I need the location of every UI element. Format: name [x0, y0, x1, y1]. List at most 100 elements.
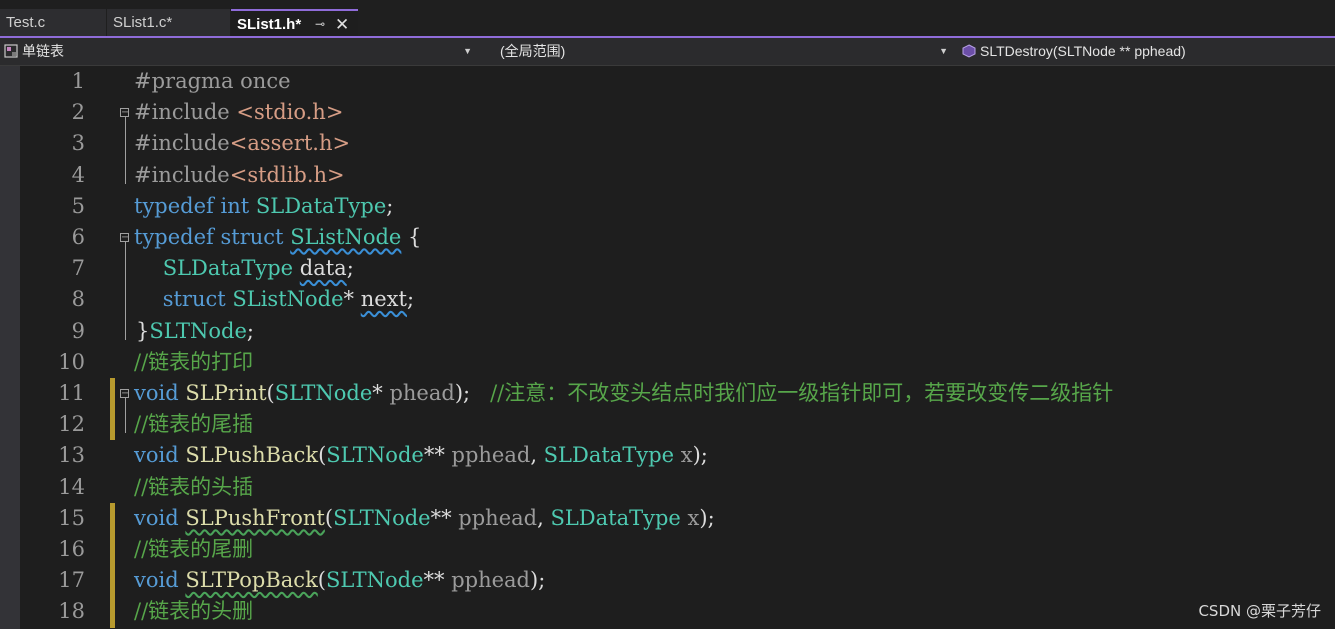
code-token: void — [134, 443, 179, 468]
outline-guide — [125, 117, 126, 184]
code-token: <stdio.h> — [236, 100, 344, 125]
code-line[interactable]: 2 #include <stdio.h> — [0, 97, 1335, 128]
code-line[interactable]: 7 SLDataType data; — [0, 253, 1335, 284]
code-token: SListNode — [290, 225, 402, 249]
line-number: 3 — [71, 131, 85, 156]
code-text: void SLPushFront(SLTNode** pphead, SLDat… — [134, 503, 715, 534]
line-number: 6 — [71, 225, 85, 249]
code-token: SLTNode — [326, 568, 424, 593]
code-line[interactable]: 18 //链表的头删 — [0, 596, 1335, 628]
collapse-icon[interactable]: − — [120, 389, 129, 399]
line-number: 14 — [58, 474, 85, 499]
tab-label: SList1.h* — [237, 16, 302, 33]
line-number: 13 — [58, 443, 85, 468]
tab-test-c[interactable]: Test.c — [0, 9, 106, 36]
code-token: SLDataType — [550, 505, 681, 530]
chevron-down-icon: ▼ — [463, 46, 472, 56]
code-token: typedef — [134, 193, 214, 218]
code-token: struct — [162, 287, 226, 312]
code-text: //链表的尾删 — [134, 534, 253, 565]
code-token: x — [680, 443, 693, 468]
outline-guide — [125, 242, 126, 340]
code-text: void SLPushBack(SLTNode** pphead, SLData… — [134, 440, 708, 471]
change-marker — [110, 378, 115, 410]
tab-slist1-h[interactable]: SList1.h* ⊸ ✕ — [231, 9, 358, 36]
code-token: SLTPopBack — [185, 568, 318, 593]
code-token: #include — [134, 100, 237, 125]
tab-slist1-c[interactable]: SList1.c* — [106, 9, 230, 36]
collapse-icon[interactable]: − — [120, 233, 129, 243]
code-token: int — [220, 193, 250, 218]
code-token: ( — [317, 568, 326, 593]
project-dropdown[interactable]: 单链表 ▼ — [4, 41, 476, 62]
code-token: //链表的头删 — [134, 599, 254, 624]
code-token: void — [134, 505, 179, 530]
code-token: ( — [266, 381, 275, 405]
close-icon[interactable]: ✕ — [335, 11, 349, 38]
line-number: 11 — [58, 381, 85, 405]
member-dropdown[interactable]: SLTDestroy(SLTNode ** pphead) — [962, 41, 1335, 62]
tab-label: Test.c — [6, 14, 46, 31]
code-token: ** — [423, 443, 452, 468]
code-line[interactable]: 1 #pragma once — [0, 66, 1335, 97]
code-token: <assert.h> — [229, 131, 351, 156]
scope-dropdown[interactable]: (全局范围) ▼ — [500, 41, 952, 62]
line-number: 1 — [71, 69, 85, 93]
code-line[interactable]: 12 //链表的尾插 — [0, 409, 1335, 441]
line-number: 4 — [71, 162, 85, 187]
code-token: void — [134, 568, 179, 593]
code-line[interactable]: 11 void SLPrint(SLTNode* phead); //注意：不改变… — [0, 378, 1335, 410]
code-line[interactable]: 14 //链表的头插 — [0, 472, 1335, 503]
code-token: * — [343, 287, 361, 312]
code-line[interactable]: 5 typedef int SLDataType; — [0, 191, 1335, 222]
tab-bar: Test.c SList1.c* SList1.h* ⊸ ✕ — [0, 0, 1335, 36]
code-line[interactable]: 17 void SLTPopBack(SLTNode** pphead); — [0, 565, 1335, 597]
line-number: 9 — [71, 318, 85, 343]
change-marker — [110, 534, 115, 566]
change-marker — [110, 596, 115, 628]
code-line[interactable]: 16 //链表的尾删 — [0, 534, 1335, 566]
code-token: ; — [246, 318, 254, 343]
line-number: 18 — [58, 599, 85, 624]
code-line[interactable]: 15 void SLPushFront(SLTNode** pphead, SLD… — [0, 502, 1335, 534]
code-line[interactable]: 6 typedef struct SListNode { — [0, 222, 1335, 253]
code-line[interactable]: 3 #include<assert.h> — [0, 128, 1335, 159]
outline-guide — [125, 398, 126, 434]
code-token: , — [537, 505, 551, 530]
code-token: { — [401, 225, 422, 249]
code-line[interactable]: 10 //链表的打印 — [0, 347, 1335, 378]
project-icon — [4, 44, 18, 58]
code-token: //链表的尾删 — [134, 537, 254, 561]
line-number: 12 — [58, 412, 85, 437]
chevron-down-icon: ▼ — [939, 46, 948, 56]
method-icon — [962, 44, 976, 58]
code-text: }SLTNode; — [136, 316, 254, 347]
code-token: SLDataType — [162, 256, 294, 281]
code-text: //链表的打印 — [134, 347, 253, 378]
code-line[interactable]: 13 void SLPushBack(SLTNode** pphead, SLDa… — [0, 440, 1335, 471]
code-token: ; — [386, 193, 394, 218]
line-number: 17 — [58, 568, 85, 593]
code-text: typedef int SLDataType; — [134, 191, 393, 222]
scope-label: (全局范围) — [500, 43, 566, 59]
line-number: 10 — [58, 349, 85, 374]
line-number: 15 — [58, 505, 85, 530]
code-token: #include — [134, 162, 230, 187]
code-editor[interactable]: 1 #pragma once 2 #include <stdio.h> 3 #includ… — [0, 66, 1335, 629]
code-line[interactable]: 8 struct SListNode* next; — [0, 284, 1335, 315]
code-text: #include<stdlib.h> — [134, 160, 345, 191]
code-token: ); — [454, 381, 491, 405]
pin-icon[interactable]: ⊸ — [315, 11, 325, 38]
code-line[interactable]: 9 }SLTNode; — [0, 316, 1335, 347]
line-number: 7 — [71, 256, 85, 281]
collapse-icon[interactable]: − — [120, 108, 129, 118]
code-line[interactable]: 4 #include<stdlib.h> — [0, 160, 1335, 191]
project-label: 单链表 — [22, 43, 64, 59]
code-text: //链表的头删 — [134, 596, 253, 627]
